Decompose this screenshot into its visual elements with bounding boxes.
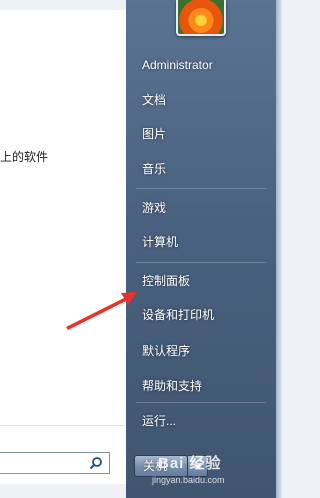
annotation-arrow-icon — [66, 292, 137, 330]
